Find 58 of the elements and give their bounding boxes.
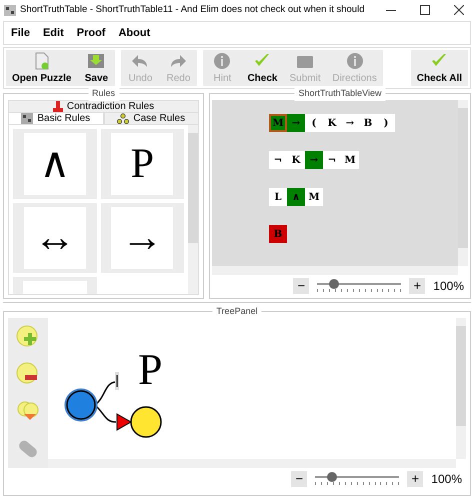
zoom-reading: 100% xyxy=(431,471,462,488)
tab[interactable]: Contradiction Rules xyxy=(8,100,199,112)
table-icon xyxy=(21,113,34,124)
app-icon xyxy=(4,4,16,16)
panel-title: ShortTruthTableView xyxy=(294,87,386,100)
tab[interactable]: Basic Rules xyxy=(8,112,104,124)
stamp-icon xyxy=(52,101,63,112)
menu-item[interactable]: Edit xyxy=(42,24,64,42)
rule-tile[interactable]: P xyxy=(100,129,184,199)
info-icon xyxy=(344,50,365,70)
table-cell[interactable]: ¬ xyxy=(323,151,341,169)
table-cell[interactable]: ) xyxy=(377,114,395,132)
tab[interactable]: Case Rules xyxy=(104,112,199,124)
node-label: P xyxy=(138,348,162,392)
table-cell[interactable]: M xyxy=(269,114,287,132)
zoom-in-button[interactable]: + xyxy=(407,471,424,487)
vertical-scrollbar[interactable] xyxy=(188,125,198,294)
table-cell[interactable]: K xyxy=(287,151,305,169)
toolbar-button[interactable]: Check xyxy=(241,50,284,86)
table-cell[interactable]: L xyxy=(269,188,287,206)
toolbar-button[interactable]: Check All xyxy=(410,50,468,86)
zoom-in-button[interactable]: + xyxy=(409,278,426,294)
horizontal-scrollbar[interactable] xyxy=(212,266,458,275)
remove-node-icon[interactable] xyxy=(16,362,40,386)
menu-item[interactable]: File xyxy=(11,24,30,42)
rule-tile[interactable]: → xyxy=(100,203,184,273)
zoom-out-button[interactable]: − xyxy=(293,278,310,294)
table-cell[interactable]: B xyxy=(359,114,377,132)
window-title: ShortTruthTable - ShortTruthTable11 - And Elim does not check out when it should xyxy=(20,2,366,17)
zoom-reading: 100% xyxy=(433,278,464,295)
table-cell[interactable]: B xyxy=(269,225,287,243)
toolbar-button[interactable]: Open Puzzle xyxy=(6,50,78,86)
zoom-slider-thumb[interactable] xyxy=(327,472,338,482)
panel-title: Rules xyxy=(88,87,119,100)
info-icon xyxy=(212,50,232,70)
table-cell[interactable]: ∧ xyxy=(287,188,305,206)
maximize-icon[interactable] xyxy=(420,5,430,15)
table-cell[interactable]: ( xyxy=(305,114,323,132)
branch-icon xyxy=(117,113,130,124)
vertical-scrollbar[interactable] xyxy=(456,318,466,459)
zoom-out-button[interactable]: − xyxy=(291,471,308,487)
menu-item[interactable]: About xyxy=(118,24,150,42)
toolbar-button[interactable]: Save xyxy=(77,50,116,86)
table-cell[interactable]: → xyxy=(341,114,359,132)
zoom-slider-thumb[interactable] xyxy=(329,279,340,289)
rule-tile[interactable]: ∧ xyxy=(13,129,96,199)
table-cell[interactable]: → xyxy=(305,151,323,169)
table-cell[interactable]: K xyxy=(323,114,341,132)
table-cell[interactable]: → xyxy=(287,114,305,132)
rule-tile[interactable]: ↔ xyxy=(13,203,96,273)
rule-tile[interactable] xyxy=(13,277,96,294)
close-icon[interactable] xyxy=(454,5,464,15)
table-cell[interactable]: M xyxy=(305,188,323,206)
table-cell[interactable]: ¬ xyxy=(269,151,287,169)
add-node-icon[interactable] xyxy=(16,324,40,349)
table-cell[interactable]: M xyxy=(341,151,359,169)
vertical-scrollbar[interactable] xyxy=(458,100,468,266)
menu-item[interactable]: Proof xyxy=(76,24,106,42)
